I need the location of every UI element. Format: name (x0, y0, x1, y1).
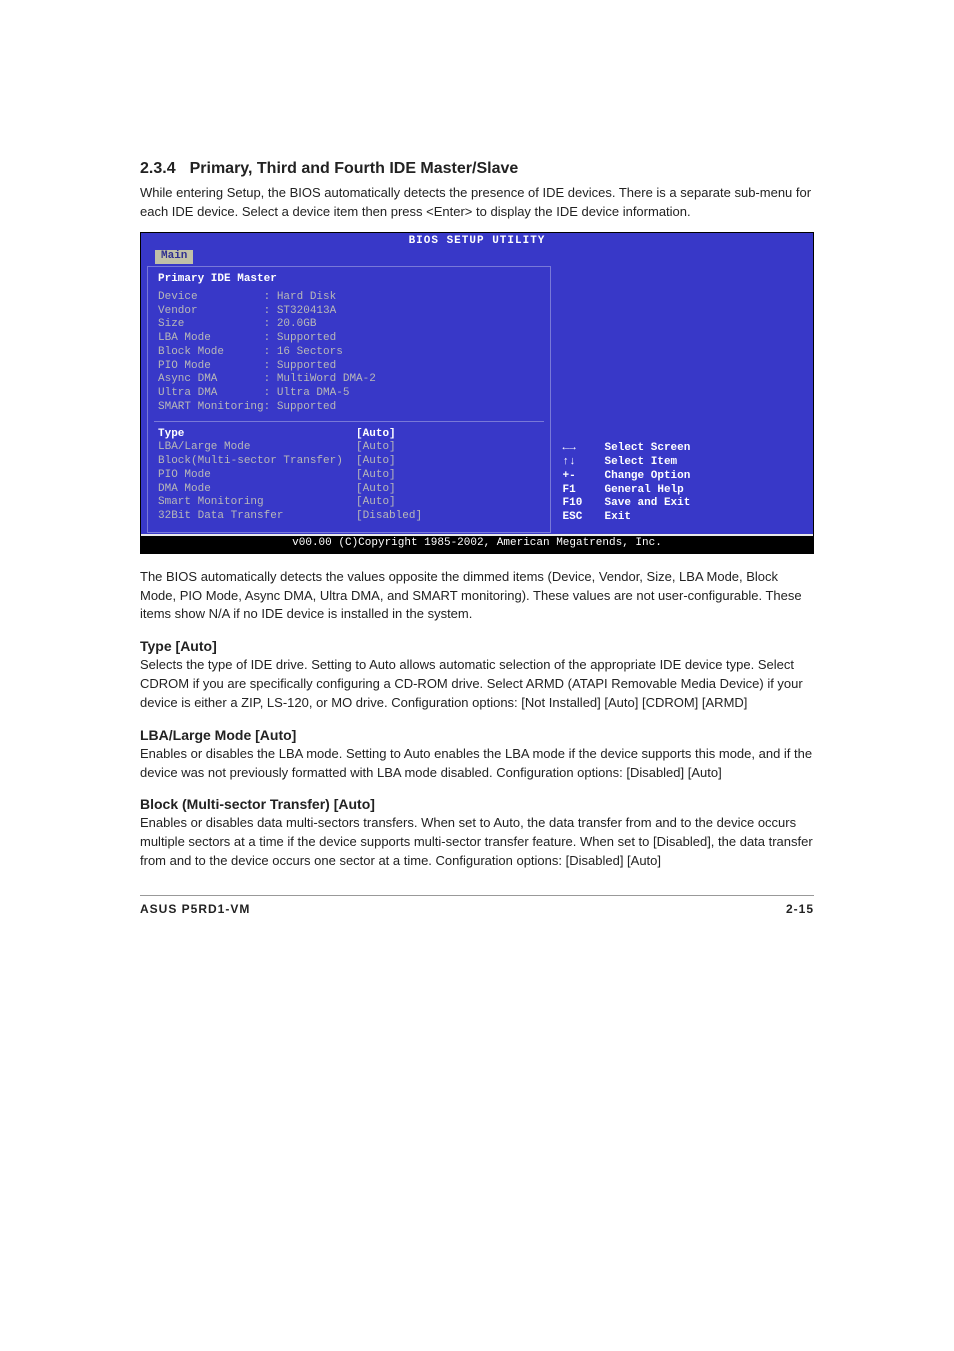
bios-info-row: Device : Hard Disk (158, 291, 540, 305)
bios-panel-title: Primary IDE Master (158, 273, 540, 287)
bios-setting-row[interactable]: 32Bit Data Transfer [Disabled] (158, 510, 540, 524)
bios-setting-row[interactable]: Smart Monitoring [Auto] (158, 496, 540, 510)
bios-setting-row[interactable]: LBA/Large Mode [Auto] (158, 441, 540, 455)
bios-info-row: LBA Mode : Supported (158, 332, 540, 346)
paragraph-lba: Enables or disables the LBA mode. Settin… (140, 745, 814, 783)
bios-info-row: Block Mode : 16 Sectors (158, 346, 540, 360)
section-number: 2.3.4 (140, 160, 176, 178)
subheading-lba: LBA/Large Mode [Auto] (140, 727, 814, 743)
bios-footer: v00.00 (C)Copyright 1985-2002, American … (141, 535, 813, 553)
bios-info-row: Ultra DMA : Ultra DMA-5 (158, 387, 540, 401)
page-footer: ASUS P5RD1-VM 2-15 (140, 895, 814, 916)
post-bios-paragraph: The BIOS automatically detects the value… (140, 568, 814, 625)
bios-setting-row[interactable]: PIO Mode [Auto] (158, 469, 540, 483)
bios-setting-row[interactable]: Block(Multi-sector Transfer) [Auto] (158, 455, 540, 469)
bios-info-row: Vendor : ST320413A (158, 305, 540, 319)
bios-setting-row[interactable]: Type [Auto] (158, 428, 540, 442)
intro-paragraph: While entering Setup, the BIOS automatic… (140, 184, 814, 222)
divider (154, 421, 544, 422)
footer-right: 2-15 (786, 902, 814, 916)
footer-left: ASUS P5RD1-VM (140, 902, 250, 916)
subheading-type: Type [Auto] (140, 638, 814, 654)
bios-tab-main[interactable]: Main (155, 250, 193, 264)
paragraph-type: Selects the type of IDE drive. Setting t… (140, 656, 814, 713)
bios-info-row: Async DMA : MultiWord DMA-2 (158, 373, 540, 387)
subheading-block: Block (Multi-sector Transfer) [Auto] (140, 796, 814, 812)
bios-header: BIOS SETUP UTILITY (141, 233, 813, 249)
bios-info-row: Size : 20.0GB (158, 318, 540, 332)
section-heading: 2.3.4 Primary, Third and Fourth IDE Mast… (140, 160, 814, 178)
bios-setting-row[interactable]: DMA Mode [Auto] (158, 483, 540, 497)
paragraph-block: Enables or disables data multi-sectors t… (140, 814, 814, 871)
bios-left-panel: Primary IDE Master Device : Hard Disk Ve… (147, 266, 551, 533)
bios-help-legend: ←→Select Screen ↑↓Select Item +-Change O… (563, 442, 691, 525)
bios-info-row: SMART Monitoring: Supported (158, 401, 540, 415)
bios-info-row: PIO Mode : Supported (158, 360, 540, 374)
section-title: Primary, Third and Fourth IDE Master/Sla… (190, 160, 519, 178)
bios-right-panel: ←→Select Screen ↑↓Select Item +-Change O… (555, 266, 807, 533)
bios-screenshot: BIOS SETUP UTILITY Main Primary IDE Mast… (140, 232, 814, 554)
